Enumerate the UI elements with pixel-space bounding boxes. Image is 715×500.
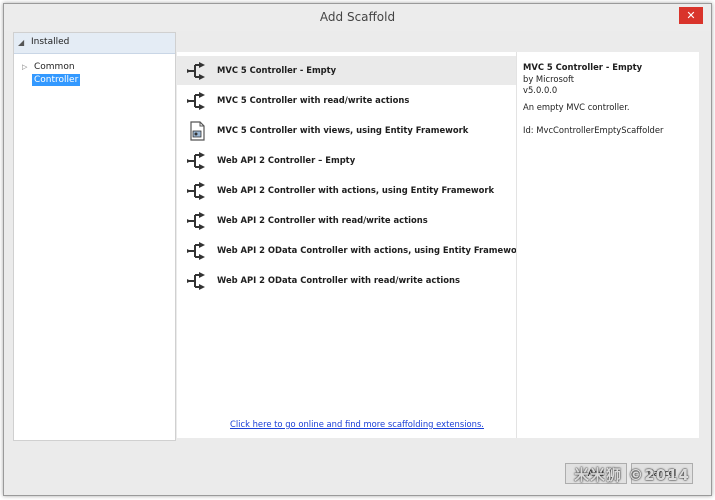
views-controller-icon [190, 121, 205, 141]
collapse-triangle-icon[interactable]: ◢ [18, 38, 24, 47]
controller-icon [187, 272, 205, 290]
template-item[interactable]: Web API 2 Controller with read/write act… [177, 206, 516, 235]
tree-item-controller[interactable]: Controller [32, 74, 81, 86]
details-id: Id: MvcControllerEmptyScaffolder [523, 125, 664, 135]
template-item[interactable]: MVC 5 Controller with views, using Entit… [177, 116, 516, 145]
details-version: v5.0.0.0 [523, 85, 558, 95]
details-pane: MVC 5 Controller - Empty by Microsoft v5… [516, 52, 699, 438]
template-label: MVC 5 Controller with read/write actions [217, 95, 410, 105]
details-title: MVC 5 Controller - Empty [523, 62, 643, 72]
template-item[interactable]: Web API 2 OData Controller with actions,… [177, 236, 526, 265]
template-label: Web API 2 OData Controller with read/wri… [217, 275, 460, 285]
template-item[interactable]: Web API 2 OData Controller with read/wri… [177, 266, 516, 295]
controller-icon [187, 212, 205, 230]
online-extensions-link[interactable]: Click here to go online and find more sc… [230, 419, 484, 429]
tree-item-common[interactable]: Common [34, 62, 75, 72]
installed-header[interactable]: ◢ Installed [14, 33, 175, 54]
add-scaffold-dialog: Add Scaffold ✕ ◢ Installed ▷ Common Cont… [3, 3, 712, 496]
template-item[interactable]: Web API 2 Controller with actions, using… [177, 176, 516, 205]
add-button[interactable]: Add [565, 463, 627, 484]
template-label: Web API 2 Controller with read/write act… [217, 215, 428, 225]
controller-icon [187, 62, 205, 80]
close-button[interactable]: ✕ [679, 7, 703, 24]
template-label: MVC 5 Controller with views, using Entit… [217, 125, 469, 135]
installed-label: Installed [31, 37, 70, 47]
template-label: MVC 5 Controller - Empty [217, 65, 337, 75]
controller-icon [187, 92, 205, 110]
template-label: Web API 2 Controller – Empty [217, 155, 356, 165]
template-label: Web API 2 OData Controller with actions,… [217, 245, 527, 255]
template-list: MVC 5 Controller - Empty MVC 5 Controlle… [177, 52, 526, 438]
expand-triangle-icon[interactable]: ▷ [22, 63, 27, 71]
template-item[interactable]: MVC 5 Controller - Empty [177, 56, 516, 85]
details-author: by Microsoft [523, 74, 575, 84]
category-tree-pane: ◢ Installed ▷ Common Controller [13, 32, 176, 441]
details-description: An empty MVC controller. [523, 102, 630, 112]
controller-icon [187, 242, 205, 260]
controller-icon [187, 182, 205, 200]
template-item[interactable]: MVC 5 Controller with read/write actions [177, 86, 516, 115]
template-label: Web API 2 Controller with actions, using… [217, 185, 495, 195]
template-item[interactable]: Web API 2 Controller – Empty [177, 146, 516, 175]
cancel-button[interactable]: Cancel [631, 463, 693, 484]
title-bar: Add Scaffold ✕ [4, 4, 711, 31]
controller-icon [187, 152, 205, 170]
window-title: Add Scaffold [319, 10, 396, 24]
